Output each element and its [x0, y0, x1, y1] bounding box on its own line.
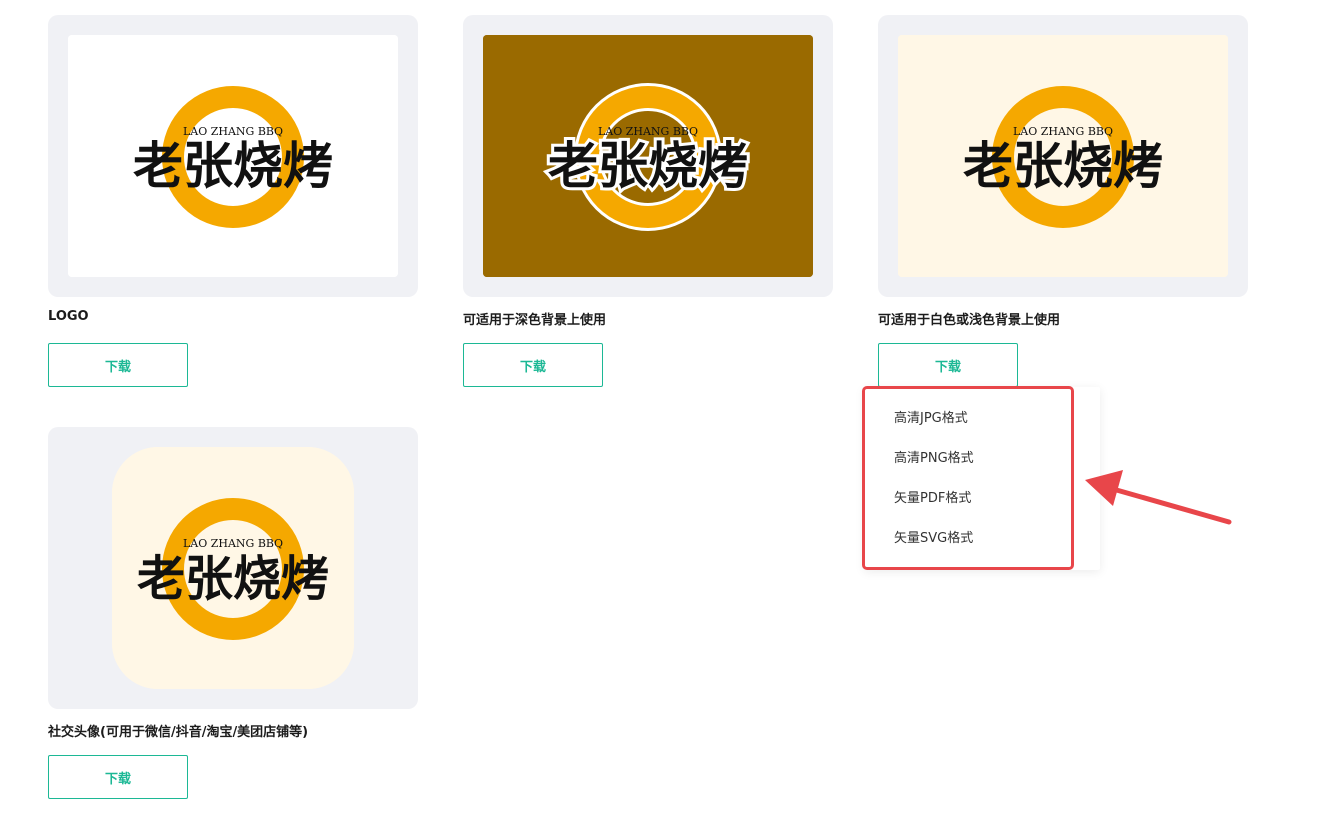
download-format-menu: 高清JPG格式 高清PNG格式 矢量PDF格式 矢量SVG格式 [864, 387, 1100, 570]
menu-item-jpg[interactable]: 高清JPG格式 [894, 407, 968, 426]
brand-logo-image: LAO ZHANG BBQ 老张烧烤 [112, 447, 354, 689]
card-caption: LOGO [48, 309, 89, 324]
download-button[interactable]: 下载 [48, 343, 188, 387]
download-button[interactable]: 下载 [463, 343, 603, 387]
logo-preview: LAO ZHANG BBQ 老张烧烤 老张烧烤 [483, 35, 813, 277]
brand-logo-image: LAO ZHANG BBQ 老张烧烤 老张烧烤 [483, 35, 813, 277]
brand-english-name: LAO ZHANG BBQ [183, 537, 283, 550]
brand-chinese-name: 老张烧烤 [963, 136, 1163, 195]
brand-logo-image: LAO ZHANG BBQ 老张烧烤 [68, 35, 398, 277]
brand-chinese-name: 老张烧烤 [133, 136, 333, 195]
brand-chinese-name: 老张烧烤 [548, 136, 748, 195]
logo-card-light-bg: LAO ZHANG BBQ 老张烧烤 [878, 15, 1248, 297]
logo-preview: LAO ZHANG BBQ 老张烧烤 [898, 35, 1228, 277]
menu-item-pdf[interactable]: 矢量PDF格式 [894, 487, 971, 506]
brand-chinese-name: 老张烧烤 [137, 551, 329, 607]
logo-card-standard: LAO ZHANG BBQ 老张烧烤 [48, 15, 418, 297]
menu-item-svg[interactable]: 矢量SVG格式 [894, 527, 973, 546]
menu-item-png[interactable]: 高清PNG格式 [894, 447, 974, 466]
download-button-active[interactable]: 下载 [878, 343, 1018, 387]
card-caption: 可适用于深色背景上使用 [463, 313, 607, 328]
avatar-preview: LAO ZHANG BBQ 老张烧烤 [112, 447, 354, 689]
download-button[interactable]: 下载 [48, 755, 188, 799]
logo-preview: LAO ZHANG BBQ 老张烧烤 [68, 35, 398, 277]
logo-download-page: LAO ZHANG BBQ 老张烧烤 LOGO 下载 LAO ZHANG BBQ… [0, 0, 1319, 830]
logo-card-dark-bg: LAO ZHANG BBQ 老张烧烤 老张烧烤 [463, 15, 833, 297]
card-caption: 可适用于白色或浅色背景上使用 [878, 313, 1061, 328]
logo-card-social-avatar: LAO ZHANG BBQ 老张烧烤 [48, 427, 418, 709]
brand-logo-image: LAO ZHANG BBQ 老张烧烤 [898, 35, 1228, 277]
card-caption: 社交头像(可用于微信/抖音/淘宝/美团店铺等) [48, 725, 309, 740]
